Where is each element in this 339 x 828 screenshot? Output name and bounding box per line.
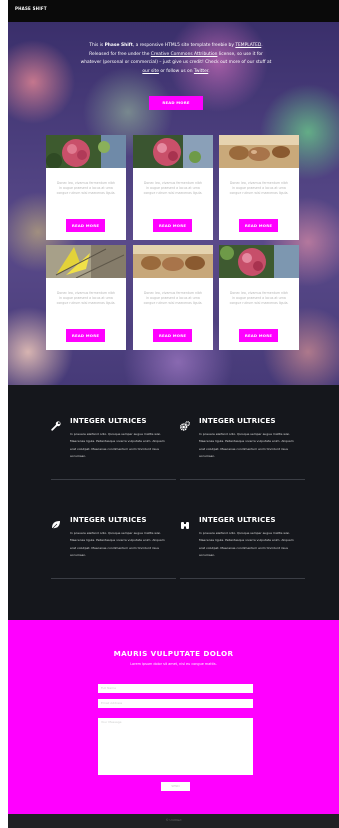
card-read-more-button[interactable]: READ MORE [239,329,278,342]
name-field[interactable]: Full Name [98,684,253,693]
leaf-image [46,245,126,278]
divider [51,479,176,480]
card-text: Donec leo, vivamus fermentum nibh in aug… [143,291,203,306]
flower-image [133,135,213,168]
card-text: Donec leo, vivamus fermentum nibh in aug… [143,181,203,196]
card-read-more-button[interactable]: READ MORE [153,329,192,342]
shells-image [219,135,299,168]
contact-section: MAURIS VULPUTATE DOLOR Lorem ipsum dolor… [8,620,339,814]
card: Donec leo, vivamus fermentum nibh in aug… [219,135,299,240]
hero-site-name: Phase Shift [104,43,133,48]
message-field[interactable]: Your Message [98,718,253,775]
card: Donec leo, vivamus fermentum nibh in aug… [219,245,299,350]
brand-logo[interactable]: PHASE SHIFT [15,6,47,11]
card: Donec leo, vivamus fermentum nibh in aug… [133,245,213,350]
our-site-link[interactable]: our site [142,69,159,74]
hero-section: This is Phase Shift, a responsive HTML5 … [8,22,339,385]
email-field[interactable]: Email Address [98,699,253,708]
feature-title: INTEGER ULTRICES [199,515,276,524]
contact-subtitle: Lorem ipsum dolor sit amet, nisl eu cong… [130,662,217,666]
page: PHASE SHIFT This is Phase Shift, a respo… [8,0,339,828]
card-read-more-button[interactable]: READ MORE [153,219,192,232]
send-button[interactable]: SEND [161,782,190,791]
feature-title: INTEGER ULTRICES [70,416,147,425]
card: Donec leo, vivamus fermentum nibh in aug… [133,135,213,240]
footer: © Untitled [8,814,339,828]
top-bar: PHASE SHIFT [8,0,339,22]
hero-read-more-button[interactable]: READ MORE [149,96,203,110]
card-text: Donec leo, vivamus fermentum nibh in aug… [56,291,116,306]
feature-text: In posuere eleifend odio. Quisque semper… [70,432,165,459]
templated-link[interactable]: TEMPLATED [235,43,261,48]
binoculars-icon [180,515,190,529]
feature-text: In posuere eleifend odio. Quisque semper… [199,531,294,558]
card-read-more-button[interactable]: READ MORE [66,219,105,232]
feature-text: In posuere eleifend odio. Quisque semper… [199,432,294,459]
twitter-link[interactable]: Twitter [194,69,208,74]
card: Donec leo, vivamus fermentum nibh in aug… [46,245,126,350]
shells-image [133,245,213,278]
license-link[interactable]: Creative Commons Attribution [151,52,218,57]
card-read-more-button[interactable]: READ MORE [66,329,105,342]
copyright-text: © Untitled [165,818,182,822]
hero-intro: This is Phase Shift, a responsive HTML5 … [80,43,272,74]
contact-title: MAURIS VULPUTATE DOLOR [113,649,234,658]
card-text: Donec leo, vivamus fermentum nibh in aug… [229,291,289,306]
feature-text: In posuere eleifend odio. Quisque semper… [70,531,165,558]
card: Donec leo, vivamus fermentum nibh in aug… [46,135,126,240]
leaf-icon [51,515,61,530]
flower-image [219,245,299,278]
feature-title: INTEGER ULTRICES [199,416,276,425]
divider [180,578,305,579]
feature-title: INTEGER ULTRICES [70,515,147,524]
card-read-more-button[interactable]: READ MORE [239,219,278,232]
features-section: INTEGER ULTRICES In posuere eleifend odi… [8,385,339,620]
card-text: Donec leo, vivamus fermentum nibh in aug… [56,181,116,196]
divider [51,578,176,579]
card-text: Donec leo, vivamus fermentum nibh in aug… [229,181,289,196]
flower-image [46,135,126,168]
wrench-icon [51,416,61,431]
divider [180,479,305,480]
gears-icon [179,416,191,431]
